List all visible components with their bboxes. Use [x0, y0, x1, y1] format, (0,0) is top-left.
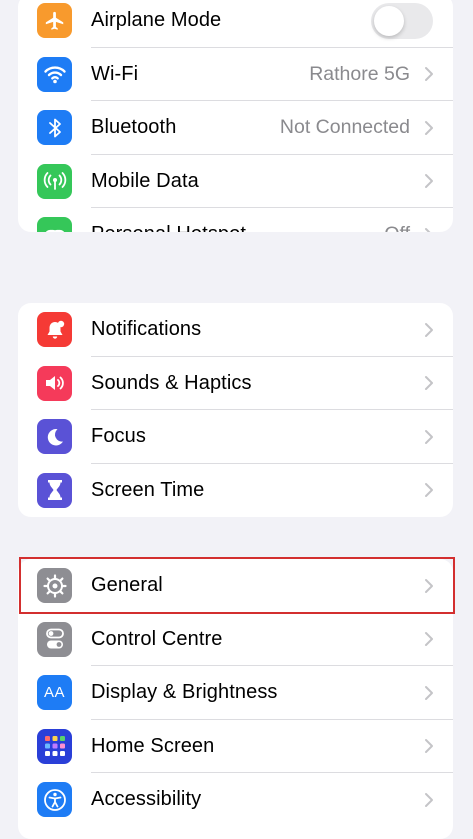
- chevron-right-icon: [425, 174, 433, 189]
- chevron-right-icon: [425, 792, 433, 807]
- settings-group-connectivity: Airplane Mode Wi-Fi Rathore 5G Bluetooth…: [18, 0, 453, 232]
- wifi-network-value: Rathore 5G: [309, 62, 410, 85]
- chevron-right-icon: [425, 227, 431, 232]
- settings-row-display-brightness[interactable]: AA Display & Brightness: [18, 666, 453, 720]
- settings-row-airplane-mode[interactable]: Airplane Mode: [18, 0, 453, 48]
- speaker-icon: [37, 365, 72, 401]
- settings-row-label: Wi-Fi: [91, 62, 139, 85]
- chevron-right-icon: [425, 632, 433, 647]
- settings-row-screen-time[interactable]: Screen Time: [18, 464, 453, 518]
- chevron-right-icon: [425, 685, 433, 700]
- settings-row-wifi[interactable]: Wi-Fi Rathore 5G: [18, 48, 453, 101]
- settings-row-label: Bluetooth: [91, 116, 177, 139]
- chevron-right-icon: [425, 483, 433, 498]
- settings-row-label: Control Centre: [91, 627, 223, 650]
- settings-row-label: Accessibility: [91, 788, 202, 811]
- settings-row-label: Personal Hotspot: [91, 223, 246, 232]
- chevron-right-icon: [425, 429, 433, 444]
- settings-row-home-screen[interactable]: Home Screen: [18, 720, 453, 773]
- chevron-right-icon: [425, 376, 433, 391]
- chevron-right-icon: [425, 322, 433, 337]
- hotspot-icon: [37, 217, 72, 232]
- bluetooth-icon: [37, 110, 72, 146]
- settings-group-general: General Control Centre AA Display & Brig…: [18, 559, 453, 839]
- settings-row-control-centre[interactable]: Control Centre: [18, 613, 453, 666]
- settings-row-personal-hotspot[interactable]: Personal Hotspot Off: [18, 208, 453, 232]
- hourglass-icon: [37, 472, 72, 508]
- moon-icon: [37, 419, 72, 455]
- settings-group-notifications: Notifications Sounds & Haptics Focus Scr…: [18, 303, 453, 517]
- settings-row-label: Screen Time: [91, 478, 205, 501]
- settings-row-notifications[interactable]: Notifications: [18, 303, 453, 357]
- chevron-right-icon: [425, 67, 433, 82]
- gear-icon: [37, 568, 72, 604]
- settings-row-focus[interactable]: Focus: [18, 410, 453, 464]
- settings-row-mobile-data[interactable]: Mobile Data: [18, 155, 453, 208]
- hotspot-status-value: Off: [384, 223, 410, 232]
- wifi-icon: [37, 56, 72, 92]
- settings-row-label: General: [91, 574, 163, 597]
- accessibility-icon: [37, 782, 72, 818]
- settings-row-sounds-haptics[interactable]: Sounds & Haptics: [18, 357, 453, 410]
- settings-row-label: Mobile Data: [91, 169, 199, 192]
- antenna-icon: [37, 163, 72, 199]
- settings-row-accessibility[interactable]: Accessibility: [18, 773, 453, 827]
- chevron-right-icon: [425, 120, 433, 135]
- text-size-icon: AA: [37, 675, 72, 711]
- settings-row-bluetooth[interactable]: Bluetooth Not Connected: [18, 101, 453, 155]
- settings-row-label: Sounds & Haptics: [91, 371, 252, 394]
- bluetooth-status-value: Not Connected: [279, 116, 410, 139]
- settings-row-label: Display & Brightness: [91, 681, 278, 704]
- settings-row-label: Focus: [91, 425, 146, 448]
- chevron-right-icon: [425, 578, 433, 593]
- airplane-mode-toggle[interactable]: [371, 2, 433, 39]
- chevron-right-icon: [425, 739, 433, 754]
- text-size-glyph: AA: [43, 684, 65, 702]
- settings-row-label: Notifications: [91, 318, 202, 341]
- airplane-icon: [37, 3, 72, 39]
- settings-row-general[interactable]: General: [18, 559, 453, 613]
- toggle-knob: [374, 5, 404, 36]
- settings-row-label: Home Screen: [91, 734, 215, 757]
- switches-icon: [37, 621, 72, 657]
- app-grid-icon: [37, 728, 72, 764]
- bell-icon: [37, 312, 72, 348]
- settings-row-label: Airplane Mode: [91, 9, 222, 32]
